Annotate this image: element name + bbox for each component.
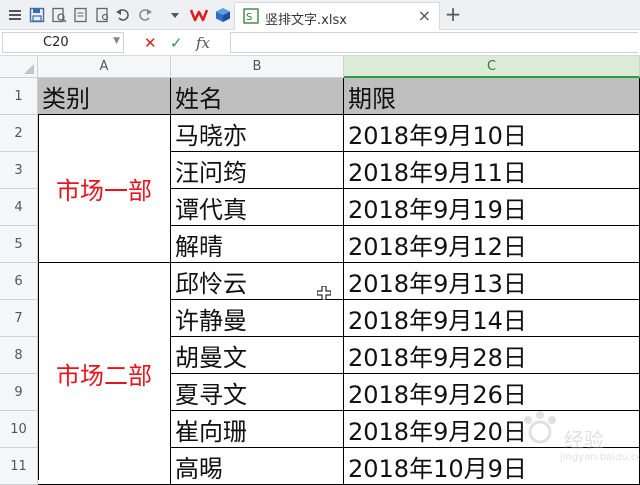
cell-cursor-icon bbox=[316, 285, 332, 301]
select-all-corner[interactable] bbox=[0, 56, 38, 78]
close-tab-icon[interactable]: × bbox=[418, 6, 431, 25]
cell-name[interactable]: 马晓亦 bbox=[171, 115, 344, 152]
watermark-logo-icon bbox=[524, 411, 556, 444]
watermark-subtext: jingyan.baidu.com bbox=[560, 452, 640, 463]
row-header-8[interactable]: 8 bbox=[0, 337, 38, 374]
row-header-2[interactable]: 2 bbox=[0, 115, 38, 152]
name-box-value: C20 bbox=[43, 35, 69, 50]
column-header-a[interactable]: A bbox=[38, 56, 171, 78]
watermark: 经验 jingyan.baidu.com bbox=[520, 410, 640, 470]
cell-b1[interactable]: 姓名 bbox=[171, 78, 344, 115]
cell-date[interactable]: 2018年9月11日 bbox=[344, 152, 640, 189]
cell-date[interactable]: 2018年9月12日 bbox=[344, 226, 640, 263]
print-icon[interactable] bbox=[94, 6, 112, 24]
formula-input[interactable] bbox=[230, 32, 638, 53]
row-header-10[interactable]: 10 bbox=[0, 411, 38, 448]
watermark-text: 经验 bbox=[564, 428, 604, 452]
undo-icon[interactable] bbox=[114, 6, 132, 24]
cell-date[interactable]: 2018年9月13日 bbox=[344, 263, 640, 300]
excel-file-icon: S bbox=[243, 8, 259, 24]
cell-date[interactable]: 2018年9月19日 bbox=[344, 189, 640, 226]
cube-icon[interactable] bbox=[214, 6, 232, 24]
cell-date[interactable]: 2018年9月26日 bbox=[344, 374, 640, 411]
row-header-4[interactable]: 4 bbox=[0, 189, 38, 226]
cell-date[interactable]: 2018年9月14日 bbox=[344, 300, 640, 337]
tab-file[interactable]: S 竖排文字.xlsx × bbox=[234, 2, 440, 30]
cell-name[interactable]: 解晴 bbox=[171, 226, 344, 263]
svg-text:S: S bbox=[246, 12, 252, 23]
cell-c1[interactable]: 期限 bbox=[344, 78, 640, 115]
row-header-5[interactable]: 5 bbox=[0, 226, 38, 263]
name-box[interactable]: C20 ▼ bbox=[2, 32, 124, 53]
cell-name[interactable]: 崔向珊 bbox=[171, 411, 344, 448]
cancel-formula-button[interactable]: ✕ bbox=[144, 34, 157, 52]
tab-filename: 竖排文字.xlsx bbox=[265, 13, 347, 28]
row-header-11[interactable]: 11 bbox=[0, 448, 38, 485]
save-icon[interactable] bbox=[28, 6, 46, 24]
export-icon[interactable] bbox=[72, 6, 90, 24]
title-bar: S 竖排文字.xlsx × + bbox=[0, 0, 640, 30]
row-header-7[interactable]: 7 bbox=[0, 300, 38, 337]
row-header-3[interactable]: 3 bbox=[0, 152, 38, 189]
row-header-9[interactable]: 9 bbox=[0, 374, 38, 411]
redo-icon[interactable] bbox=[136, 6, 154, 24]
new-tab-button[interactable]: + bbox=[444, 4, 462, 24]
cell-name[interactable]: 夏寻文 bbox=[171, 374, 344, 411]
dropdown-icon[interactable] bbox=[166, 6, 184, 24]
cell-category-1[interactable]: 市场一部 bbox=[38, 115, 171, 263]
column-header-c[interactable]: C bbox=[344, 56, 640, 78]
cell-name[interactable]: 许静曼 bbox=[171, 300, 344, 337]
cell-date[interactable]: 2018年9月28日 bbox=[344, 337, 640, 374]
formula-bar: C20 ▼ ✕ ✓ fx bbox=[0, 30, 640, 56]
cell-name[interactable]: 汪问筠 bbox=[171, 152, 344, 189]
column-header-b[interactable]: B bbox=[171, 56, 344, 78]
confirm-formula-button[interactable]: ✓ bbox=[170, 34, 183, 52]
name-box-dropdown-icon[interactable]: ▼ bbox=[113, 36, 120, 46]
cell-a1[interactable]: 类别 bbox=[38, 78, 171, 115]
row-header-1[interactable]: 1 bbox=[0, 78, 38, 115]
cell-name[interactable]: 高晹 bbox=[171, 448, 344, 485]
wps-logo-icon[interactable] bbox=[190, 6, 210, 24]
app-menu-icon[interactable] bbox=[6, 6, 24, 24]
insert-function-button[interactable]: fx bbox=[196, 34, 210, 52]
row-header-6[interactable]: 6 bbox=[0, 263, 38, 300]
cell-date[interactable]: 2018年9月10日 bbox=[344, 115, 640, 152]
cell-name[interactable]: 谭代真 bbox=[171, 189, 344, 226]
cell-name[interactable]: 胡曼文 bbox=[171, 337, 344, 374]
cell-category-2[interactable]: 市场二部 bbox=[38, 263, 171, 485]
print-preview-icon[interactable] bbox=[50, 6, 68, 24]
